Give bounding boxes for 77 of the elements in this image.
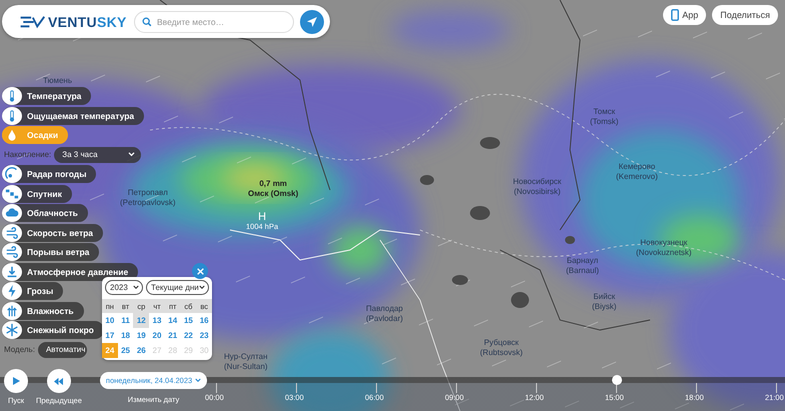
lake-shape [470,206,490,220]
city-label: Новосибирск (Novosibirsk) [513,177,562,197]
calendar-day[interactable]: 10 [102,313,118,328]
search-icon [142,16,152,26]
layer-button[interactable]: Снежный покро [2,321,104,339]
layer-button[interactable]: Температура [2,87,92,105]
lake-shape [565,236,575,244]
gust-icon [2,243,22,261]
calendar-day[interactable]: 25 [118,343,134,358]
pressure-symbol: H [258,212,266,222]
phone-icon [671,9,680,21]
layer-button[interactable]: Облачность [2,204,88,222]
close-icon [196,268,204,274]
bolt-icon [2,282,22,300]
lake-shape [511,292,529,308]
city-label: Омск (Omsk) [248,189,298,199]
precipitation-area [330,225,390,275]
layer-button[interactable]: Влажность [2,302,84,320]
layer-button[interactable]: Грозы [2,282,64,300]
chevron-down-icon [199,285,205,290]
lake-shape [452,275,468,285]
layer-button[interactable]: Осадки [2,126,68,144]
lake-shape [480,137,500,149]
rewind-icon [53,376,64,386]
calendar-day[interactable]: 12 [133,313,150,328]
layer-button[interactable]: Порывы ветра [2,243,100,261]
city-label: Петропавл (Petropavlovsk) [120,188,176,208]
city-label: Тюмень [43,76,72,86]
city-label: Бийск (Biysk) [592,292,616,312]
logo-icon [18,14,46,28]
search-field[interactable]: Введите место… [134,10,294,32]
layer-button[interactable]: Радар погоды [2,165,96,183]
layer-button[interactable]: Ощущаемая температура [2,106,144,124]
accumulation-label: Накопление: [4,150,52,159]
logo-text: VENTUSKY [48,14,127,30]
calendar-day[interactable]: 21 [164,328,181,343]
thermometer-icon [2,87,22,105]
city-label: Павлодар (Pavlodar) [366,304,403,324]
header-button[interactable]: Поделиться [712,5,778,25]
radar-icon [2,165,22,183]
calendar-day[interactable]: 15 [180,313,196,328]
city-label: Барнаул (Barnaul) [566,256,599,276]
accumulation-select[interactable]: За 3 часа [54,146,141,162]
city-label: Рубцовск (Rubtsovsk) [480,338,523,358]
cloud-icon [2,204,22,222]
play-icon [11,376,21,386]
city-label: Кемерово (Kemerovo) [616,162,658,182]
calendar-day[interactable]: 11 [118,313,134,328]
calendar-day[interactable]: 17 [102,328,118,343]
chevron-down-icon [195,378,202,383]
snow-icon [2,321,22,339]
precipitation-area [223,165,287,191]
calendar-day[interactable]: 13 [149,313,165,328]
model-label: Модель: [4,345,35,354]
layer-button[interactable]: Спутник [2,184,72,202]
header-button[interactable]: App [663,5,706,25]
period-select[interactable]: Текущие дни [146,280,209,295]
city-label: Томск (Tomsk) [590,107,618,127]
lake-shape [420,175,434,185]
layer-button[interactable]: Скорость ветра [2,224,104,242]
city-label: Нур-Султан (Nur-Sultan) [224,352,268,372]
calendar-day[interactable]: 18 [118,328,134,343]
city-label: Новокузнецк (Novokuznetsk) [636,238,692,258]
calendar-day[interactable]: 20 [149,328,165,343]
calendar-day[interactable]: 23 [196,328,212,343]
precipitation-amount: 0,7 mm [259,179,287,189]
locate-button[interactable] [300,10,324,34]
calendar-day[interactable]: 19 [133,328,150,343]
year-select[interactable]: 2023 [105,280,143,295]
calendar-day[interactable]: 22 [180,328,196,343]
navigation-arrow-icon [306,16,318,28]
chevron-down-icon [133,285,139,290]
calendar-day[interactable]: 14 [164,313,181,328]
calendar-day[interactable]: 16 [196,313,212,328]
calendar-day[interactable]: 26 [133,343,150,358]
calendar-day[interactable]: 24 [102,343,118,358]
chevron-down-icon [128,152,135,157]
